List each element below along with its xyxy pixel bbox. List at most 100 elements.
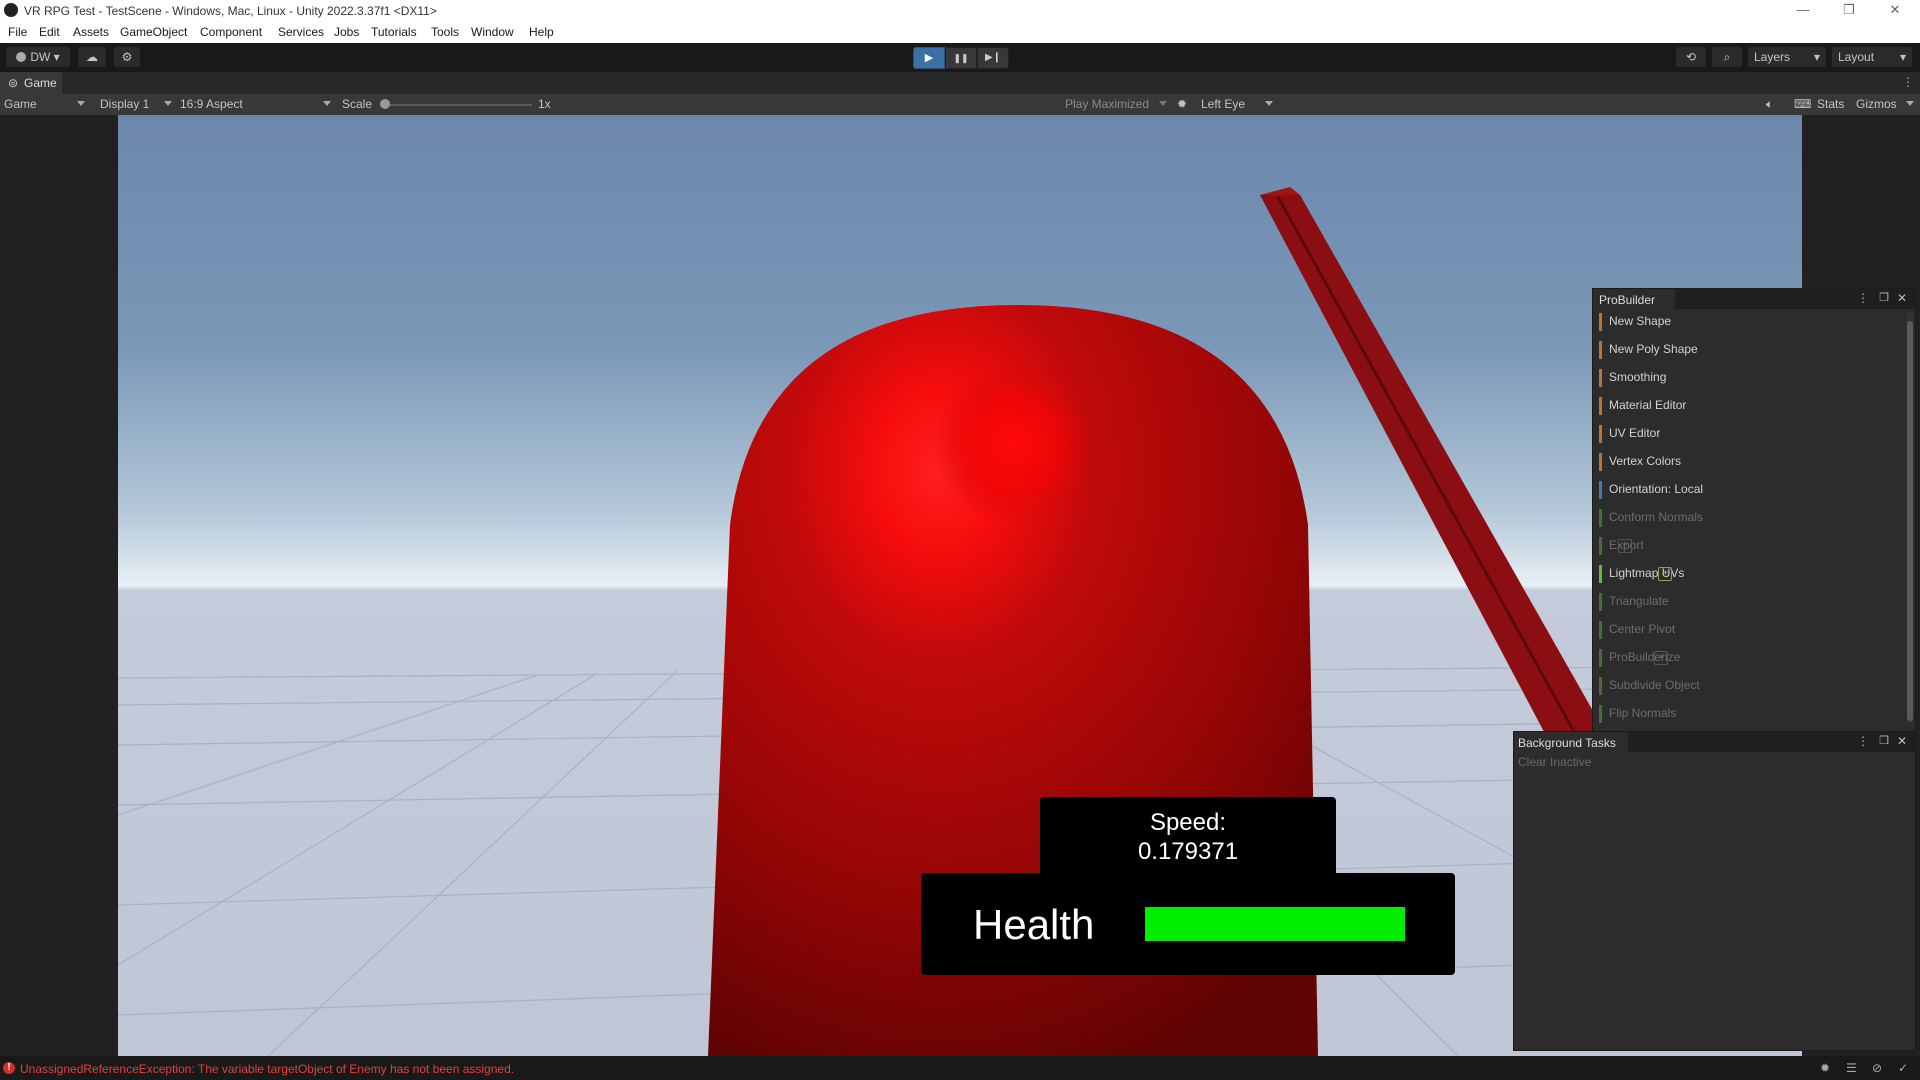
pb-item-flip-normals[interactable]: Flip Normals bbox=[1599, 701, 1676, 727]
layout-label: Layout bbox=[1838, 50, 1875, 64]
probuilder-scrollbar[interactable] bbox=[1907, 313, 1913, 723]
menu-window[interactable]: Window bbox=[471, 25, 514, 39]
pb-item-vertex-colors[interactable]: Vertex Colors bbox=[1599, 449, 1681, 475]
chevron-down-icon bbox=[1906, 101, 1914, 106]
display-dropdown[interactable]: Display 1 bbox=[100, 97, 149, 111]
error-icon: ! bbox=[3, 1062, 15, 1074]
step-icon: ▶❙ bbox=[984, 52, 1002, 63]
account-dropdown[interactable]: DW ▾ bbox=[6, 47, 70, 67]
pb-item-center-pivot[interactable]: Center Pivot bbox=[1599, 617, 1675, 643]
layers-label: Layers bbox=[1754, 50, 1791, 64]
menu-gameobject[interactable]: GameObject bbox=[120, 25, 187, 39]
eye-dropdown[interactable]: Left Eye bbox=[1201, 97, 1245, 111]
health-label: Health bbox=[973, 901, 1095, 948]
probuilder-title: ProBuilder bbox=[1599, 293, 1656, 307]
search-button[interactable]: ⌕ bbox=[1712, 47, 1742, 67]
network-icon[interactable]: ☰ bbox=[1846, 1061, 1857, 1075]
keyboard-icon[interactable]: ⌨ bbox=[1794, 97, 1811, 111]
scale-slider-track[interactable] bbox=[384, 104, 532, 106]
panel-menu-icon[interactable]: ⋮ bbox=[1857, 734, 1869, 748]
game-mode-dropdown[interactable]: Game bbox=[4, 97, 37, 111]
background-tasks-header: Background Tasks ⋮ ❐ ✕ bbox=[1514, 732, 1915, 752]
chevron-down-icon: ▾ bbox=[1899, 50, 1906, 64]
menu-file[interactable]: File bbox=[8, 25, 27, 39]
unity-logo-icon bbox=[4, 3, 18, 17]
pause-button[interactable]: ❚❚ bbox=[945, 47, 977, 69]
pb-item-orientation[interactable]: Orientation: Local bbox=[1599, 477, 1703, 503]
cloud-icon: ☁ bbox=[86, 50, 98, 64]
menu-jobs[interactable]: Jobs bbox=[334, 25, 359, 39]
chevron-down-icon bbox=[77, 101, 85, 106]
history-icon: ⟲ bbox=[1685, 50, 1697, 64]
menu-services[interactable]: Services bbox=[278, 25, 324, 39]
tab-menu-icon[interactable]: ⋮ bbox=[1902, 75, 1914, 89]
stats-button[interactable]: Stats bbox=[1817, 97, 1844, 111]
pb-item-new-poly-shape[interactable]: New Poly Shape bbox=[1599, 337, 1698, 363]
gamepad-icon: ⊜ bbox=[8, 76, 19, 90]
gizmos-dropdown[interactable]: Gizmos bbox=[1856, 97, 1897, 111]
tab-game[interactable]: ⊜ Game bbox=[0, 72, 62, 94]
pb-item-triangulate[interactable]: Triangulate bbox=[1599, 589, 1669, 615]
probuilder-panel: ProBuilder ⋮ ❐ ✕ New Shape New Poly Shap… bbox=[1592, 288, 1916, 734]
menu-tutorials[interactable]: Tutorials bbox=[371, 25, 417, 39]
maximize-panel-icon[interactable]: ❐ bbox=[1879, 734, 1889, 747]
progress-check-icon[interactable]: ✓ bbox=[1898, 1061, 1908, 1075]
close-panel-icon[interactable]: ✕ bbox=[1897, 291, 1907, 305]
maximize-button[interactable]: ❐ bbox=[1826, 0, 1872, 22]
play-maximized-dropdown[interactable]: Play Maximized bbox=[1065, 97, 1149, 111]
chevron-down-icon: ▾ bbox=[1813, 50, 1820, 64]
pb-item-uv-editor[interactable]: UV Editor bbox=[1599, 421, 1660, 447]
probuilder-actions-list: New Shape New Poly Shape Smoothing Mater… bbox=[1593, 309, 1905, 733]
menu-help[interactable]: Help bbox=[529, 25, 554, 39]
menu-edit[interactable]: Edit bbox=[39, 25, 60, 39]
tab-probuilder[interactable]: ProBuilder bbox=[1593, 289, 1675, 309]
window-title-bar: VR RPG Test - TestScene - Windows, Mac, … bbox=[0, 0, 1920, 22]
scrollbar-thumb[interactable] bbox=[1907, 321, 1913, 721]
menu-bar: File Edit Assets GameObject Component Se… bbox=[0, 22, 1920, 43]
background-tasks-panel: Background Tasks ⋮ ❐ ✕ Clear Inactive bbox=[1513, 731, 1916, 1051]
console-status-message[interactable]: UnassignedReferenceException: The variab… bbox=[20, 1062, 514, 1076]
plus-option-icon[interactable]: + bbox=[1654, 651, 1669, 665]
speed-panel: Speed: 0.179371 bbox=[1040, 797, 1336, 879]
tab-background-tasks[interactable]: Background Tasks bbox=[1514, 732, 1628, 752]
close-window-button[interactable]: ✕ bbox=[1872, 0, 1918, 22]
panel-menu-icon[interactable]: ⋮ bbox=[1857, 291, 1869, 305]
pb-item-smoothing[interactable]: Smoothing bbox=[1599, 365, 1666, 391]
history-button[interactable]: ⟲ bbox=[1676, 47, 1706, 67]
pb-item-export[interactable]: Export + bbox=[1599, 533, 1644, 559]
pb-item-material-editor[interactable]: Material Editor bbox=[1599, 393, 1686, 419]
pb-item-conform-normals[interactable]: Conform Normals bbox=[1599, 505, 1703, 531]
chevron-down-icon bbox=[164, 101, 172, 106]
maximize-panel-icon[interactable]: ❐ bbox=[1879, 291, 1889, 304]
chevron-down-icon bbox=[323, 101, 331, 106]
clear-inactive-button[interactable]: Clear Inactive bbox=[1518, 755, 1591, 769]
layers-dropdown[interactable]: Layers ▾ bbox=[1748, 47, 1826, 67]
debug-icon[interactable]: ⊘ bbox=[1872, 1061, 1882, 1075]
pb-item-lightmap-uvs[interactable]: Lightmap UVs + bbox=[1599, 561, 1684, 587]
layout-dropdown[interactable]: Layout ▾ bbox=[1832, 47, 1912, 67]
mute-audio-icon[interactable]: 🔈︎ bbox=[1766, 97, 1773, 112]
speed-label: Speed: bbox=[1149, 809, 1227, 836]
aspect-dropdown[interactable]: 16:9 Aspect bbox=[180, 97, 243, 111]
plus-option-icon[interactable]: + bbox=[1658, 567, 1673, 581]
menu-tools[interactable]: Tools bbox=[431, 25, 459, 39]
minimize-button[interactable]: — bbox=[1780, 0, 1826, 22]
pb-item-probuilderize[interactable]: ProBuilderize + bbox=[1599, 645, 1680, 671]
play-button[interactable]: ▶ bbox=[913, 47, 945, 69]
bug-report-icon[interactable]: ✹ bbox=[1820, 1061, 1830, 1075]
window-title: VR RPG Test - TestScene - Windows, Mac, … bbox=[24, 4, 437, 18]
health-bar-track bbox=[1145, 907, 1405, 941]
background-tasks-title: Background Tasks bbox=[1518, 736, 1616, 750]
scale-slider-thumb[interactable] bbox=[380, 99, 390, 109]
menu-assets[interactable]: Assets bbox=[73, 25, 109, 39]
bug-icon[interactable]: ✹ bbox=[1177, 97, 1187, 111]
pb-item-new-shape[interactable]: New Shape bbox=[1599, 309, 1671, 335]
collab-button[interactable]: ⚙ bbox=[114, 47, 140, 67]
step-button[interactable]: ▶❙ bbox=[977, 47, 1009, 69]
plus-option-icon[interactable]: + bbox=[1617, 539, 1632, 553]
menu-component[interactable]: Component bbox=[200, 25, 262, 39]
close-panel-icon[interactable]: ✕ bbox=[1897, 734, 1907, 748]
game-tab-bar: ⊜ Game ⋮ bbox=[0, 72, 1920, 94]
cloud-button[interactable]: ☁ bbox=[78, 47, 106, 67]
pb-item-subdivide-object[interactable]: Subdivide Object bbox=[1599, 673, 1700, 699]
